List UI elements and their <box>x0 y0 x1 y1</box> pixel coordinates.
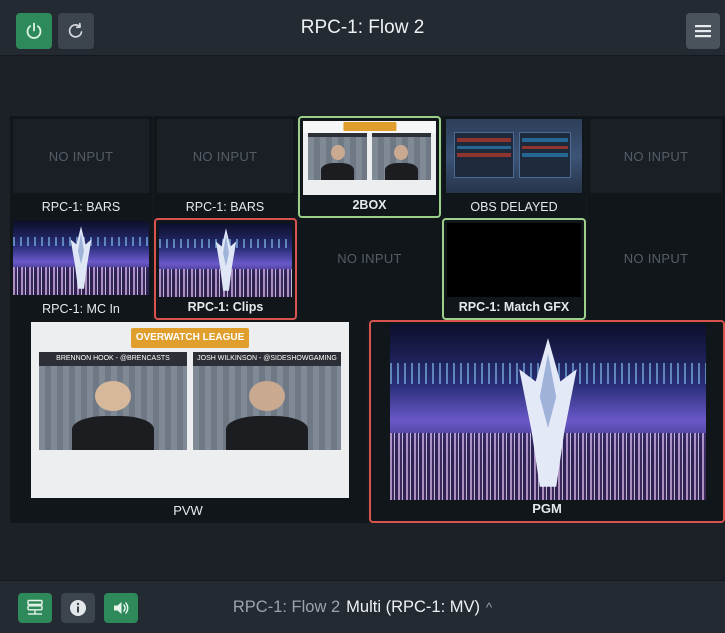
preview-image: OVERWATCH LEAGUE BRENNON HOOK - @BRENCAS… <box>31 322 349 498</box>
source-tile-bars-1[interactable]: NO INPUT RPC-1: BARS <box>10 116 152 218</box>
tile-label: RPC-1: MC In <box>42 302 120 316</box>
tile-preview <box>447 223 581 297</box>
multiviewer: NO INPUT RPC-1: BARS NO INPUT RPC-1: BAR… <box>10 116 725 523</box>
two-box-thumbnail <box>303 121 436 195</box>
arena-view <box>390 324 706 500</box>
arena-thumbnail <box>13 221 149 295</box>
tile-label: RPC-1: BARS <box>41 200 121 214</box>
tile-preview: NO INPUT <box>590 221 722 295</box>
bottom-bar: RPC-1: Flow 2 Multi (RPC-1: MV) ^ <box>0 580 725 633</box>
arena-thumbnail <box>159 223 292 297</box>
no-input-text: NO INPUT <box>623 250 689 266</box>
source-tile-obs-delayed[interactable]: OBS DELAYED <box>443 116 585 218</box>
league-logo-text: OVERWATCH LEAGUE <box>135 332 245 343</box>
volume-button[interactable] <box>104 593 138 623</box>
tile-label <box>298 299 441 320</box>
tile-preview <box>446 119 582 193</box>
flow-name: RPC-1: Flow 2 <box>232 598 341 616</box>
tile-label: 2BOX <box>352 198 387 212</box>
caster-cams <box>31 366 349 450</box>
info-button[interactable] <box>61 593 95 623</box>
hamburger-menu-icon <box>695 25 711 38</box>
app-window: RPC-1: Flow 2 NO INPUT RPC-1: BARS NO IN… <box>0 0 725 633</box>
tile-label: OBS DELAYED <box>470 200 558 214</box>
source-tile-match-gfx[interactable]: RPC-1: Match GFX <box>442 218 586 320</box>
menu-button[interactable] <box>686 13 720 49</box>
preview-monitor[interactable]: OVERWATCH LEAGUE BRENNON HOOK - @BRENCAS… <box>10 320 366 523</box>
tile-preview <box>13 221 149 295</box>
no-input-text: NO INPUT <box>192 148 258 164</box>
league-logo: OVERWATCH LEAGUE <box>131 328 249 348</box>
tile-label: RPC-1: Match GFX <box>458 300 570 314</box>
trophy-image <box>215 228 236 292</box>
tile-preview <box>303 121 436 195</box>
program-monitor[interactable]: PGM <box>369 320 725 523</box>
obs-thumbnail <box>446 119 582 193</box>
chevron-up-icon: ^ <box>486 600 493 615</box>
program-label: PGM <box>532 501 562 516</box>
preview-label: PVW <box>173 503 203 518</box>
mode-name: Multi (RPC-1: MV) <box>346 598 480 616</box>
program-image <box>390 324 706 500</box>
tile-preview <box>159 223 292 297</box>
network-button[interactable] <box>18 593 52 623</box>
trophy-image <box>519 337 577 487</box>
tile-preview: NO INPUT <box>301 221 438 295</box>
source-tile-2box[interactable]: 2BOX <box>298 116 441 218</box>
tile-preview: NO INPUT <box>13 119 149 193</box>
top-bar: RPC-1: Flow 2 <box>0 0 725 56</box>
source-tile-empty-3[interactable]: NO INPUT <box>587 218 725 320</box>
caster-name-left: BRENNON HOOK - @BRENCASTS <box>39 352 187 366</box>
network-server-icon <box>27 599 43 615</box>
trophy-image <box>70 226 92 290</box>
tile-label: RPC-1: BARS <box>185 200 265 214</box>
tile-label <box>587 197 725 218</box>
no-input-text: NO INPUT <box>623 148 689 164</box>
info-icon <box>70 600 86 616</box>
no-input-text: NO INPUT <box>337 250 402 266</box>
tile-label: RPC-1: Clips <box>187 300 264 314</box>
tile-preview: NO INPUT <box>157 119 293 193</box>
no-input-text: NO INPUT <box>48 148 114 164</box>
source-tile-bars-2[interactable]: NO INPUT RPC-1: BARS <box>154 116 296 218</box>
caster-name-right: JOSH WILKINSON - @SIDESHOWGAMING <box>193 352 341 366</box>
source-tile-empty-2[interactable]: NO INPUT <box>298 218 441 320</box>
source-tile-empty-1[interactable]: NO INPUT <box>587 116 725 218</box>
source-tile-clips[interactable]: RPC-1: Clips <box>154 218 297 320</box>
tile-preview: NO INPUT <box>590 119 722 193</box>
tile-label <box>587 299 725 320</box>
volume-icon <box>114 602 129 614</box>
page-title: RPC-1: Flow 2 <box>300 17 425 38</box>
source-tile-mc-in[interactable]: RPC-1: MC In <box>10 218 152 320</box>
league-logo <box>342 122 397 132</box>
